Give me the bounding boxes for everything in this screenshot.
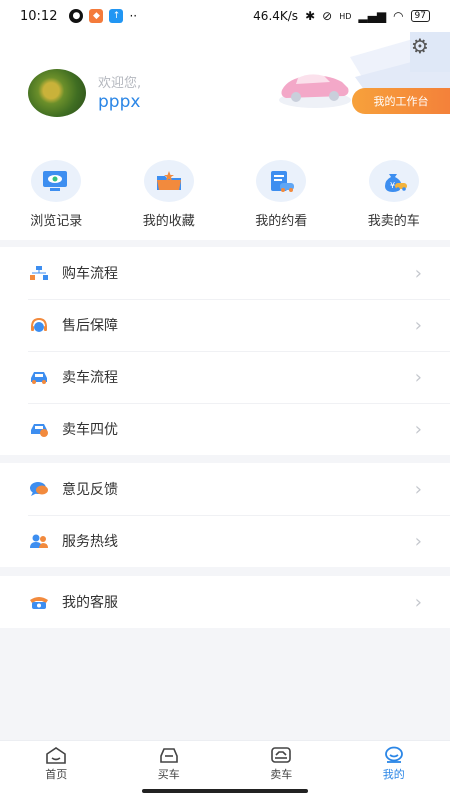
headset-icon [28, 316, 50, 334]
menu-section-car-services: 购车流程 › 售后保障 › 卖车流程 › 卖车四优 › [0, 247, 450, 455]
battery-indicator: 97 [410, 10, 430, 22]
telephone-icon [28, 593, 50, 611]
tab-my[interactable]: 我的 [338, 741, 450, 786]
welcome-text: 欢迎您, [98, 76, 142, 91]
quick-action-label: 我卖的车 [367, 214, 420, 229]
menu-item-purchase-process[interactable]: 购车流程 › [0, 247, 450, 299]
quick-action-label: 我的收藏 [142, 214, 195, 229]
home-icon [46, 746, 67, 764]
mute-icon: ⊘ [322, 9, 333, 23]
menu-item-label: 卖车流程 [62, 370, 118, 386]
bottom-tab-bar: 首页 买车 卖车 我的 [0, 740, 450, 786]
menu-section-support: 意见反馈 › 服务热线 › [0, 463, 450, 567]
profile-header: 欢迎您, pppx ⚙ 我的工作台 [0, 32, 450, 152]
menu-item-label: 卖车四优 [62, 422, 118, 438]
quick-action-browse-history[interactable]: 浏览记录 [6, 152, 106, 240]
username[interactable]: pppx [98, 92, 140, 112]
bluetooth-icon: ✱ [305, 9, 316, 23]
status-time: 10:12 [20, 8, 58, 24]
tab-label: 我的 [382, 767, 405, 781]
chevron-right-icon: › [414, 418, 422, 440]
quick-action-appointments[interactable]: 我的约看 [231, 152, 331, 240]
quick-action-label: 浏览记录 [30, 214, 83, 229]
chevron-right-icon: › [414, 262, 422, 284]
home-indicator[interactable] [142, 789, 308, 793]
buy-car-icon [159, 747, 178, 763]
tab-label: 首页 [45, 767, 68, 781]
chevron-right-icon: › [414, 591, 422, 613]
flowchart-icon [28, 264, 50, 282]
money-bag-car-icon: ¥ [368, 160, 419, 202]
workbench-button[interactable]: 我的工作台 [352, 88, 450, 114]
car-process-icon [28, 368, 50, 386]
chevron-right-icon: › [414, 366, 422, 388]
menu-item-label: 服务热线 [62, 534, 118, 550]
chevron-right-icon: › [414, 478, 422, 500]
chevron-right-icon: › [414, 314, 422, 336]
quick-actions: 浏览记录 我的收藏 我的约看 ¥ 我卖的车 [0, 152, 450, 240]
signal-icon: ▂▄▆ [358, 9, 387, 23]
menu-item-label: 售后保障 [62, 318, 118, 334]
status-bar: 10:12 ● ◆ ↑ ·· 46.4K/s ✱ ⊘ HD ▂▄▆ ◠ 97 [0, 0, 450, 32]
tab-label: 买车 [157, 767, 180, 781]
qq-icon: ● [69, 9, 84, 23]
menu-item-feedback[interactable]: 意见反馈 › [0, 463, 450, 515]
quick-action-my-sold-cars[interactable]: ¥ 我卖的车 [344, 152, 444, 240]
sell-car-icon [271, 746, 292, 763]
menu-item-sell-four-advantages[interactable]: 卖车四优 › [0, 403, 450, 455]
folder-star-icon [143, 160, 194, 202]
tab-label: 卖车 [270, 767, 293, 781]
chevron-right-icon: › [414, 530, 422, 552]
tab-buy-car[interactable]: 买车 [113, 741, 226, 786]
menu-item-label: 购车流程 [62, 266, 118, 282]
menu-item-label: 意见反馈 [62, 482, 118, 498]
menu-item-my-customer-service[interactable]: 我的客服 › [0, 576, 450, 628]
menu-item-after-sales[interactable]: 售后保障 › [0, 299, 450, 351]
signal-hd-label: HD [339, 11, 352, 21]
settings-gear-icon[interactable]: ⚙ [402, 32, 438, 60]
avatar[interactable] [28, 69, 86, 117]
wifi-icon: ◠ [393, 9, 404, 23]
car-badge-icon [28, 420, 50, 438]
menu-item-sell-process[interactable]: 卖车流程 › [0, 351, 450, 403]
svg-text:¥: ¥ [390, 181, 395, 190]
app-notification-icon: ◆ [89, 9, 104, 23]
quick-action-label: 我的约看 [255, 214, 308, 229]
tab-home[interactable]: 首页 [0, 741, 113, 786]
document-car-icon [256, 160, 307, 202]
monitor-eye-icon [31, 160, 82, 202]
quick-action-favorites[interactable]: 我的收藏 [119, 152, 219, 240]
network-speed: 46.4K/s [253, 9, 299, 23]
menu-section-customer-service: 我的客服 › [0, 576, 450, 628]
profile-icon [384, 746, 403, 763]
people-icon [28, 532, 50, 550]
chat-bubble-icon [28, 480, 50, 498]
menu-item-label: 我的客服 [62, 595, 118, 611]
more-dots-icon: ·· [129, 9, 138, 23]
upload-icon: ↑ [109, 9, 124, 23]
tab-sell-car[interactable]: 卖车 [225, 741, 338, 786]
menu-item-service-hotline[interactable]: 服务热线 › [0, 515, 450, 567]
